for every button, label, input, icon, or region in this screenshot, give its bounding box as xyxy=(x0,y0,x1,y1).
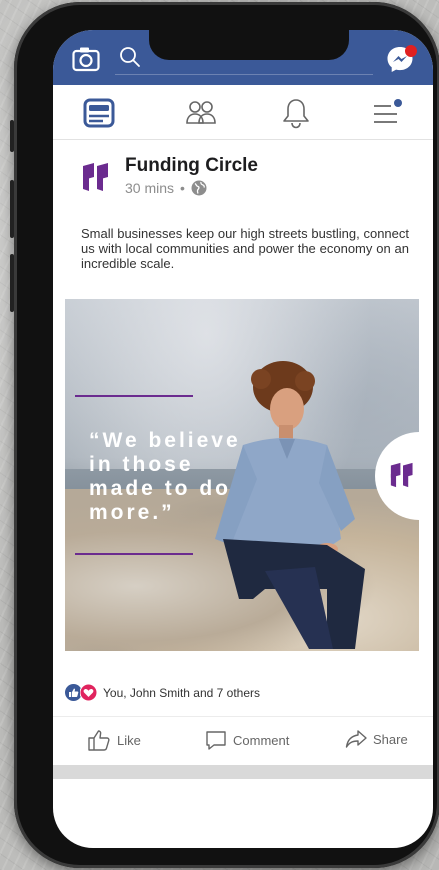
feed-divider xyxy=(53,765,433,779)
thumbs-up-icon xyxy=(88,730,110,751)
notch xyxy=(149,30,349,60)
quote-text: “We believe in those made to do more.” xyxy=(89,429,241,524)
share-button[interactable]: Share xyxy=(345,729,408,749)
menu-icon[interactable] xyxy=(371,97,405,129)
camera-icon[interactable] xyxy=(72,46,100,72)
comment-button[interactable]: Comment xyxy=(205,729,289,751)
quote-bottom-line xyxy=(75,553,193,555)
love-reaction-icon xyxy=(80,684,97,701)
share-label: Share xyxy=(373,731,408,747)
volume-up-button xyxy=(10,180,14,238)
friends-icon[interactable] xyxy=(185,97,217,129)
post-text: Small businesses keep our high streets b… xyxy=(81,226,409,271)
phone-screen: Funding Circle 30 mins • Small businesse… xyxy=(53,30,433,848)
post-meta: 30 mins • xyxy=(125,180,207,196)
comment-label: Comment xyxy=(233,732,290,748)
like-label: Like xyxy=(117,732,141,748)
like-button[interactable]: Like xyxy=(87,729,141,751)
news-feed-icon[interactable] xyxy=(83,97,115,129)
post-image[interactable]: “We believe in those made to do more.” xyxy=(65,299,419,651)
search-bar[interactable] xyxy=(115,74,373,75)
volume-down-button xyxy=(10,254,14,312)
quote-top-line xyxy=(75,395,193,397)
comment-icon xyxy=(206,731,226,750)
nav-bar xyxy=(53,85,433,140)
post-time[interactable]: 30 mins xyxy=(125,180,174,196)
reactions-text[interactable]: You, John Smith and 7 others xyxy=(103,686,260,700)
share-icon xyxy=(345,730,367,748)
bell-icon[interactable] xyxy=(282,97,310,129)
silent-switch xyxy=(10,120,14,152)
reaction-icons xyxy=(65,684,97,701)
post-header: Funding Circle 30 mins • xyxy=(53,142,433,212)
page-name[interactable]: Funding Circle xyxy=(125,155,258,177)
funding-circle-logo xyxy=(390,462,413,488)
reactions-summary[interactable]: You, John Smith and 7 others xyxy=(65,684,260,701)
funding-circle-logo[interactable] xyxy=(81,162,113,192)
globe-icon xyxy=(191,180,207,196)
search-icon[interactable] xyxy=(119,46,141,68)
messenger-icon[interactable] xyxy=(386,44,420,76)
phone-frame: Funding Circle 30 mins • Small businesse… xyxy=(10,2,439,868)
post-actions: Like Comment Share xyxy=(53,716,433,765)
meta-separator: • xyxy=(180,180,185,196)
